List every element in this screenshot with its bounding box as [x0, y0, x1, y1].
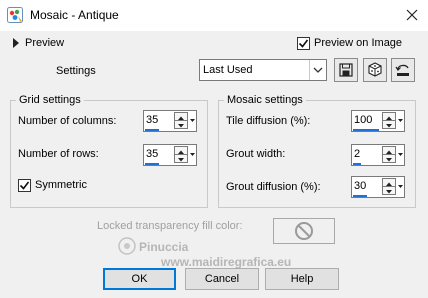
- chevron-down-icon[interactable]: [189, 146, 196, 163]
- transparency-color-swatch: [273, 218, 335, 244]
- watermark-url: www.maidiregrafica.eu: [161, 255, 292, 269]
- tile-spin-arrows[interactable]: [382, 112, 396, 129]
- rows-spin-arrows[interactable]: [174, 146, 188, 163]
- spin-down-icon[interactable]: [383, 121, 395, 129]
- tile-diffusion-value[interactable]: 100: [354, 114, 372, 126]
- locked-transparency-label: Locked transparency fill color:: [97, 220, 243, 232]
- grout-width-value[interactable]: 2: [354, 148, 360, 160]
- columns-value[interactable]: 35: [146, 114, 158, 126]
- settings-label: Settings: [56, 65, 96, 77]
- help-button[interactable]: Help: [265, 268, 339, 290]
- watermark-logo-icon: [117, 236, 137, 256]
- chevron-down-icon[interactable]: [397, 178, 404, 195]
- columns-stepper[interactable]: 35: [143, 110, 197, 132]
- grout-width-label: Grout width:: [226, 148, 286, 160]
- save-preset-icon: [335, 63, 357, 84]
- expand-arrow-icon[interactable]: [12, 38, 20, 48]
- grid-settings-title: Grid settings: [16, 94, 84, 106]
- spin-up-icon[interactable]: [383, 147, 395, 155]
- grout-width-stepper[interactable]: 2: [351, 144, 405, 166]
- cancel-button[interactable]: Cancel: [185, 268, 259, 290]
- reset-button[interactable]: [391, 58, 415, 82]
- ok-button[interactable]: OK: [103, 268, 176, 290]
- psp-paint-icon: [7, 7, 23, 23]
- grout-diffusion-label: Grout diffusion (%):: [226, 181, 321, 193]
- preview-toggle[interactable]: Preview: [25, 37, 64, 49]
- window-title: Mosaic - Antique: [30, 8, 119, 22]
- spin-up-icon[interactable]: [175, 147, 187, 155]
- rows-stepper[interactable]: 35: [143, 144, 197, 166]
- randomize-dice-icon: [364, 62, 386, 84]
- symmetric-checkbox[interactable]: [18, 179, 31, 192]
- watermark-name: Pinuccia: [139, 240, 189, 254]
- preset-dropdown[interactable]: Last Used: [199, 59, 327, 81]
- grout-diffusion-spin-arrows[interactable]: [382, 178, 396, 195]
- spin-up-icon[interactable]: [383, 179, 395, 187]
- grout-width-spin-arrows[interactable]: [382, 146, 396, 163]
- randomize-button[interactable]: [363, 58, 387, 82]
- tile-diffusion-stepper[interactable]: 100: [351, 110, 405, 132]
- rows-value[interactable]: 35: [146, 148, 158, 160]
- symmetric-label[interactable]: Symmetric: [35, 179, 87, 191]
- preset-value: Last Used: [203, 64, 253, 76]
- reset-icon: [392, 64, 414, 84]
- chevron-down-icon[interactable]: [397, 112, 404, 129]
- spin-down-icon[interactable]: [175, 121, 187, 129]
- spin-down-icon[interactable]: [383, 187, 395, 195]
- spin-down-icon[interactable]: [175, 155, 187, 163]
- grout-diffusion-value[interactable]: 30: [354, 180, 366, 192]
- rows-label: Number of rows:: [18, 148, 99, 160]
- preview-on-image-label[interactable]: Preview on Image: [314, 37, 402, 49]
- columns-label: Number of columns:: [18, 115, 117, 127]
- chevron-down-icon[interactable]: [309, 60, 326, 80]
- spin-up-icon[interactable]: [175, 113, 187, 121]
- columns-spin-arrows[interactable]: [174, 112, 188, 129]
- chevron-down-icon[interactable]: [189, 112, 196, 129]
- grout-diffusion-stepper[interactable]: 30: [351, 176, 405, 198]
- close-icon[interactable]: [403, 6, 421, 24]
- preview-on-image-checkbox[interactable]: [297, 37, 310, 50]
- chevron-down-icon[interactable]: [397, 146, 404, 163]
- tile-diffusion-label: Tile diffusion (%):: [226, 115, 311, 127]
- spin-down-icon[interactable]: [383, 155, 395, 163]
- mosaic-settings-title: Mosaic settings: [224, 94, 306, 106]
- no-color-icon: [274, 222, 334, 246]
- spin-up-icon[interactable]: [383, 113, 395, 121]
- save-preset-button[interactable]: [334, 58, 358, 82]
